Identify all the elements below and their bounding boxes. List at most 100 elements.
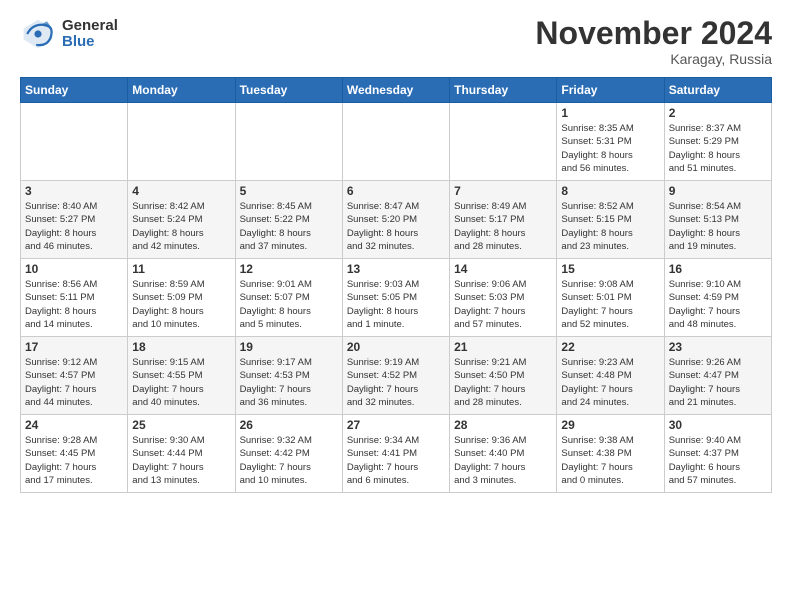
day-info: Sunrise: 9:21 AM Sunset: 4:50 PM Dayligh… (454, 356, 552, 409)
day-number: 23 (669, 340, 767, 354)
day-info: Sunrise: 9:23 AM Sunset: 4:48 PM Dayligh… (561, 356, 659, 409)
day-info: Sunrise: 8:40 AM Sunset: 5:27 PM Dayligh… (25, 200, 123, 253)
day-info: Sunrise: 9:15 AM Sunset: 4:55 PM Dayligh… (132, 356, 230, 409)
table-row: 17Sunrise: 9:12 AM Sunset: 4:57 PM Dayli… (21, 337, 128, 415)
table-row (450, 103, 557, 181)
col-thursday: Thursday (450, 78, 557, 103)
logo: General Blue (20, 16, 118, 52)
day-number: 24 (25, 418, 123, 432)
table-row: 15 Sunrise: 9:08 AM Sunset: 5:01 PM Dayli… (557, 259, 664, 337)
table-row: 9 Sunrise: 8:54 AM Sunset: 5:13 PM Daylig… (664, 181, 771, 259)
day-number: 3 (25, 184, 123, 198)
day-number: 8 (561, 184, 659, 198)
day-number: 4 (132, 184, 230, 198)
logo-text: General Blue (62, 18, 118, 51)
header: General Blue November 2024 Karagay, Russ… (20, 16, 772, 67)
table-row (21, 103, 128, 181)
calendar-week-0: 1 Sunrise: 8:35 AM Sunset: 5:31 PM Daylig… (21, 103, 772, 181)
calendar-header-row: Sunday Monday Tuesday Wednesday Thursday… (21, 78, 772, 103)
table-row: 7 Sunrise: 8:49 AM Sunset: 5:17 PM Daylig… (450, 181, 557, 259)
day-number: 1 (561, 106, 659, 120)
day-number: 6 (347, 184, 445, 198)
day-number: 11 (132, 262, 230, 276)
table-row: 27Sunrise: 9:34 AM Sunset: 4:41 PM Dayli… (342, 415, 449, 493)
logo-general: General (62, 18, 118, 35)
table-row: 5 Sunrise: 8:45 AM Sunset: 5:22 PM Daylig… (235, 181, 342, 259)
table-row: 3 Sunrise: 8:40 AM Sunset: 5:27 PM Daylig… (21, 181, 128, 259)
col-friday: Friday (557, 78, 664, 103)
day-info: Sunrise: 8:59 AM Sunset: 5:09 PM Dayligh… (132, 278, 230, 331)
col-saturday: Saturday (664, 78, 771, 103)
table-row: 1 Sunrise: 8:35 AM Sunset: 5:31 PM Daylig… (557, 103, 664, 181)
day-info: Sunrise: 9:30 AM Sunset: 4:44 PM Dayligh… (132, 434, 230, 487)
table-row (128, 103, 235, 181)
day-info: Sunrise: 9:03 AM Sunset: 5:05 PM Dayligh… (347, 278, 445, 331)
table-row: 21 Sunrise: 9:21 AM Sunset: 4:50 PM Dayli… (450, 337, 557, 415)
table-row: 11 Sunrise: 8:59 AM Sunset: 5:09 PM Dayli… (128, 259, 235, 337)
table-row: 22Sunrise: 9:23 AM Sunset: 4:48 PM Dayli… (557, 337, 664, 415)
day-number: 10 (25, 262, 123, 276)
day-number: 13 (347, 262, 445, 276)
table-row: 24 Sunrise: 9:28 AM Sunset: 4:45 PM Dayli… (21, 415, 128, 493)
day-number: 15 (561, 262, 659, 276)
table-row: 25 Sunrise: 9:30 AM Sunset: 4:44 PM Dayli… (128, 415, 235, 493)
table-row: 20 Sunrise: 9:19 AM Sunset: 4:52 PM Dayli… (342, 337, 449, 415)
col-monday: Monday (128, 78, 235, 103)
col-tuesday: Tuesday (235, 78, 342, 103)
day-number: 5 (240, 184, 338, 198)
day-number: 25 (132, 418, 230, 432)
day-info: Sunrise: 8:42 AM Sunset: 5:24 PM Dayligh… (132, 200, 230, 253)
day-info: Sunrise: 9:08 AM Sunset: 5:01 PM Dayligh… (561, 278, 659, 331)
table-row: 6 Sunrise: 8:47 AM Sunset: 5:20 PM Daylig… (342, 181, 449, 259)
table-row: 19Sunrise: 9:17 AM Sunset: 4:53 PM Dayli… (235, 337, 342, 415)
day-number: 16 (669, 262, 767, 276)
table-row: 4 Sunrise: 8:42 AM Sunset: 5:24 PM Daylig… (128, 181, 235, 259)
day-number: 7 (454, 184, 552, 198)
day-info: Sunrise: 8:37 AM Sunset: 5:29 PM Dayligh… (669, 122, 767, 175)
table-row: 8 Sunrise: 8:52 AM Sunset: 5:15 PM Daylig… (557, 181, 664, 259)
calendar-week-1: 3 Sunrise: 8:40 AM Sunset: 5:27 PM Daylig… (21, 181, 772, 259)
calendar-week-2: 10 Sunrise: 8:56 AM Sunset: 5:11 PM Dayli… (21, 259, 772, 337)
day-info: Sunrise: 9:26 AM Sunset: 4:47 PM Dayligh… (669, 356, 767, 409)
day-number: 2 (669, 106, 767, 120)
table-row: 18 Sunrise: 9:15 AM Sunset: 4:55 PM Dayli… (128, 337, 235, 415)
day-number: 17 (25, 340, 123, 354)
day-info: Sunrise: 8:47 AM Sunset: 5:20 PM Dayligh… (347, 200, 445, 253)
day-number: 26 (240, 418, 338, 432)
day-info: Sunrise: 8:52 AM Sunset: 5:15 PM Dayligh… (561, 200, 659, 253)
table-row: 14Sunrise: 9:06 AM Sunset: 5:03 PM Dayli… (450, 259, 557, 337)
day-number: 9 (669, 184, 767, 198)
day-number: 28 (454, 418, 552, 432)
day-info: Sunrise: 9:34 AM Sunset: 4:41 PM Dayligh… (347, 434, 445, 487)
table-row: 28Sunrise: 9:36 AM Sunset: 4:40 PM Dayli… (450, 415, 557, 493)
day-number: 21 (454, 340, 552, 354)
day-number: 19 (240, 340, 338, 354)
table-row: 16Sunrise: 9:10 AM Sunset: 4:59 PM Dayli… (664, 259, 771, 337)
day-info: Sunrise: 9:01 AM Sunset: 5:07 PM Dayligh… (240, 278, 338, 331)
day-info: Sunrise: 8:54 AM Sunset: 5:13 PM Dayligh… (669, 200, 767, 253)
day-number: 20 (347, 340, 445, 354)
table-row: 23 Sunrise: 9:26 AM Sunset: 4:47 PM Dayli… (664, 337, 771, 415)
day-info: Sunrise: 9:32 AM Sunset: 4:42 PM Dayligh… (240, 434, 338, 487)
day-number: 18 (132, 340, 230, 354)
table-row (342, 103, 449, 181)
day-number: 30 (669, 418, 767, 432)
day-number: 14 (454, 262, 552, 276)
location: Karagay, Russia (535, 51, 772, 67)
table-row: 30Sunrise: 9:40 AM Sunset: 4:37 PM Dayli… (664, 415, 771, 493)
table-row: 12Sunrise: 9:01 AM Sunset: 5:07 PM Dayli… (235, 259, 342, 337)
day-info: Sunrise: 8:45 AM Sunset: 5:22 PM Dayligh… (240, 200, 338, 253)
logo-icon (20, 16, 56, 52)
table-row: 29 Sunrise: 9:38 AM Sunset: 4:38 PM Dayli… (557, 415, 664, 493)
day-info: Sunrise: 8:35 AM Sunset: 5:31 PM Dayligh… (561, 122, 659, 175)
day-info: Sunrise: 8:56 AM Sunset: 5:11 PM Dayligh… (25, 278, 123, 331)
day-info: Sunrise: 8:49 AM Sunset: 5:17 PM Dayligh… (454, 200, 552, 253)
day-info: Sunrise: 9:19 AM Sunset: 4:52 PM Dayligh… (347, 356, 445, 409)
day-info: Sunrise: 9:38 AM Sunset: 4:38 PM Dayligh… (561, 434, 659, 487)
calendar-week-3: 17Sunrise: 9:12 AM Sunset: 4:57 PM Dayli… (21, 337, 772, 415)
table-row: 26 Sunrise: 9:32 AM Sunset: 4:42 PM Dayli… (235, 415, 342, 493)
day-number: 29 (561, 418, 659, 432)
col-wednesday: Wednesday (342, 78, 449, 103)
day-info: Sunrise: 9:28 AM Sunset: 4:45 PM Dayligh… (25, 434, 123, 487)
table-row: 2 Sunrise: 8:37 AM Sunset: 5:29 PM Daylig… (664, 103, 771, 181)
